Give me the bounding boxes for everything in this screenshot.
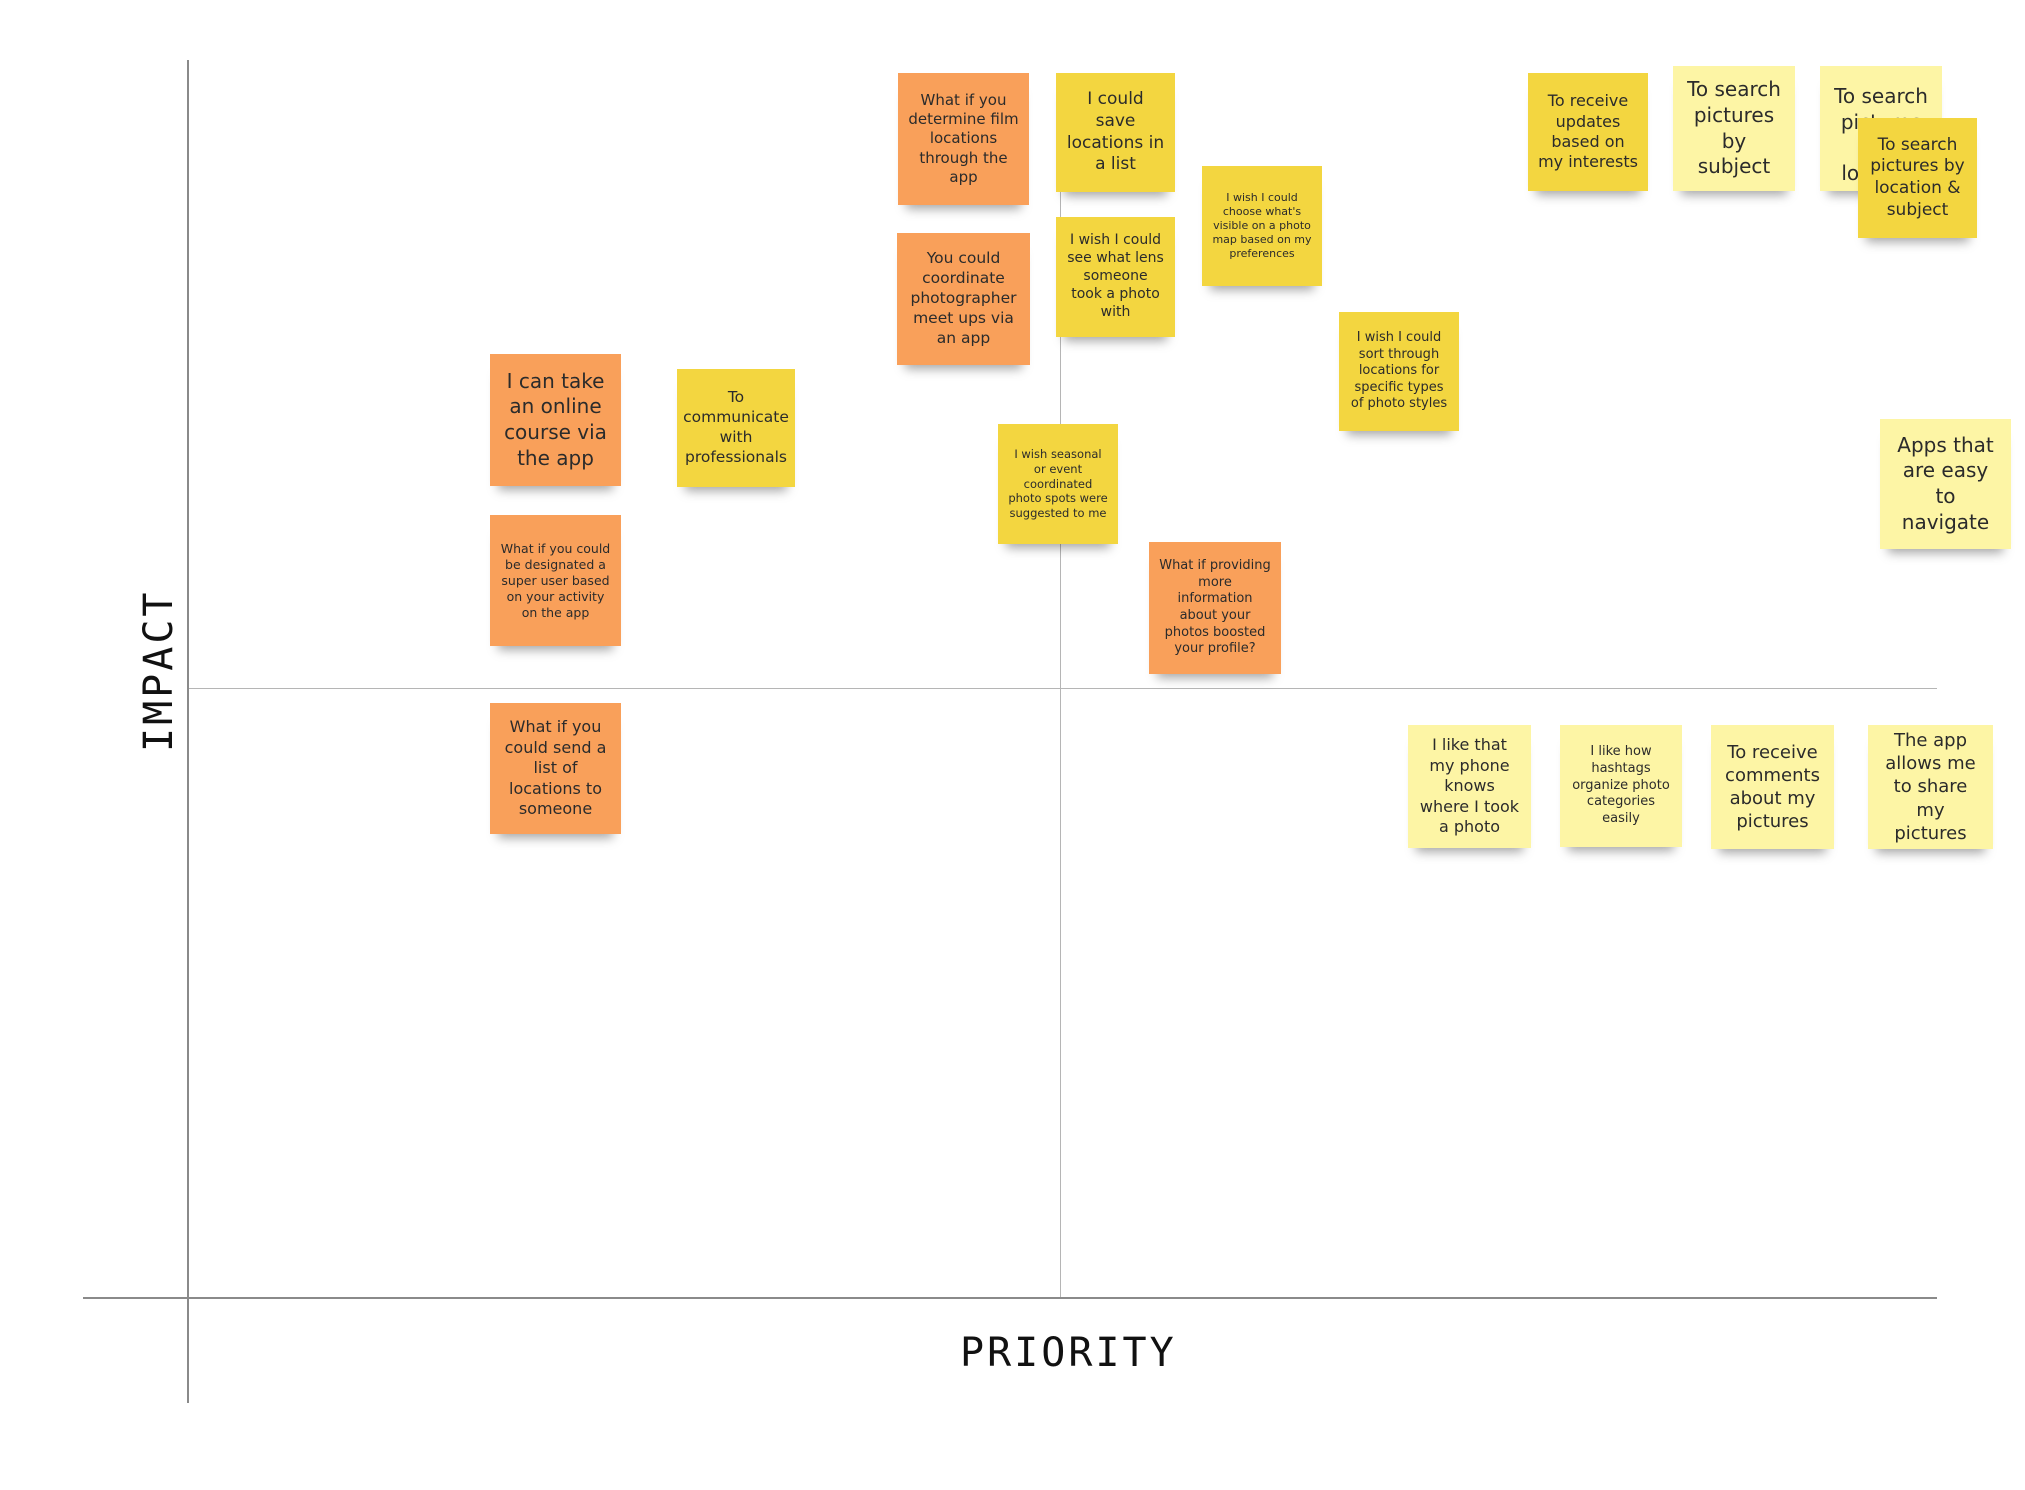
note-text: What if providing more information about… [1159,558,1271,657]
vertical-divider [1060,175,1061,1297]
sticky-note-lens-info[interactable]: I wish I could see what lens someone too… [1056,217,1175,337]
note-text: To search pictures by subject [1687,77,1781,179]
sticky-note-share-pictures[interactable]: The app allows me to share my pictures [1868,725,1993,849]
note-text: Apps that are easy to navigate [1897,432,1994,534]
sticky-note-film-locations[interactable]: What if you determine film locations thr… [898,73,1029,205]
note-text: I like that my phone knows where I took … [1419,735,1520,837]
prioritization-board: PRIORITY IMPACT What if you determine fi… [0,0,2025,1490]
note-text: To receive comments about my pictures [1725,741,1820,833]
note-text: I could save locations in a list [1066,89,1165,175]
sticky-note-send-list[interactable]: What if you could send a list of locatio… [490,703,621,834]
sticky-note-coordinate-meetups[interactable]: You could coordinate photographer meet u… [897,233,1030,365]
sticky-note-receive-comments[interactable]: To receive comments about my pictures [1711,725,1834,849]
note-text: What if you determine film locations thr… [908,91,1019,186]
sticky-note-profile-boost[interactable]: What if providing more information about… [1149,542,1281,674]
note-text: To communicate with professionals [683,388,789,466]
note-text: To receive updates based on my interests [1538,91,1638,172]
note-text: I can take an online course via the app [504,368,607,470]
note-text: I like how hashtags organize photo categ… [1572,744,1670,826]
sticky-note-sort-photo-styles[interactable]: I wish I could sort through locations fo… [1339,312,1459,431]
sticky-note-easy-navigate[interactable]: Apps that are easy to navigate [1880,419,2011,549]
sticky-note-hashtags[interactable]: I like how hashtags organize photo categ… [1560,725,1682,847]
sticky-note-communicate-pros[interactable]: To communicate with professionals [677,369,795,487]
x-axis-line [83,1297,1937,1299]
sticky-note-seasonal-spots[interactable]: I wish seasonal or event coordinated pho… [998,424,1118,544]
sticky-note-phone-knows[interactable]: I like that my phone knows where I took … [1408,725,1531,848]
horizontal-divider [189,688,1937,689]
sticky-note-photo-map-prefs[interactable]: I wish I could choose what's visible on … [1202,166,1322,286]
y-axis-label: IMPACT [136,589,182,753]
sticky-note-online-course[interactable]: I can take an online course via the app [490,354,621,486]
note-text: To search pictures by location & subject [1870,134,1965,220]
note-text: I wish I could see what lens someone too… [1067,232,1164,320]
note-text: What if you could send a list of locatio… [504,717,607,819]
note-text: What if you could be designated a super … [500,540,611,620]
note-text: I wish I could sort through locations fo… [1350,329,1448,412]
note-text: I wish I could choose what's visible on … [1212,190,1312,261]
x-axis-label: PRIORITY [960,1330,1177,1376]
y-axis-line [187,60,189,1403]
note-text: The app allows me to share my pictures [1885,730,1976,844]
sticky-note-super-user[interactable]: What if you could be designated a super … [490,515,621,646]
note-text: You could coordinate photographer meet u… [910,249,1017,347]
note-text: I wish seasonal or event coordinated pho… [1008,447,1108,521]
sticky-note-save-locations[interactable]: I could save locations in a list [1056,73,1175,192]
sticky-note-search-location-subject[interactable]: To search pictures by location & subject [1858,118,1977,238]
sticky-note-updates-interests[interactable]: To receive updates based on my interests [1528,73,1648,191]
sticky-note-search-subject[interactable]: To search pictures by subject [1673,66,1795,191]
